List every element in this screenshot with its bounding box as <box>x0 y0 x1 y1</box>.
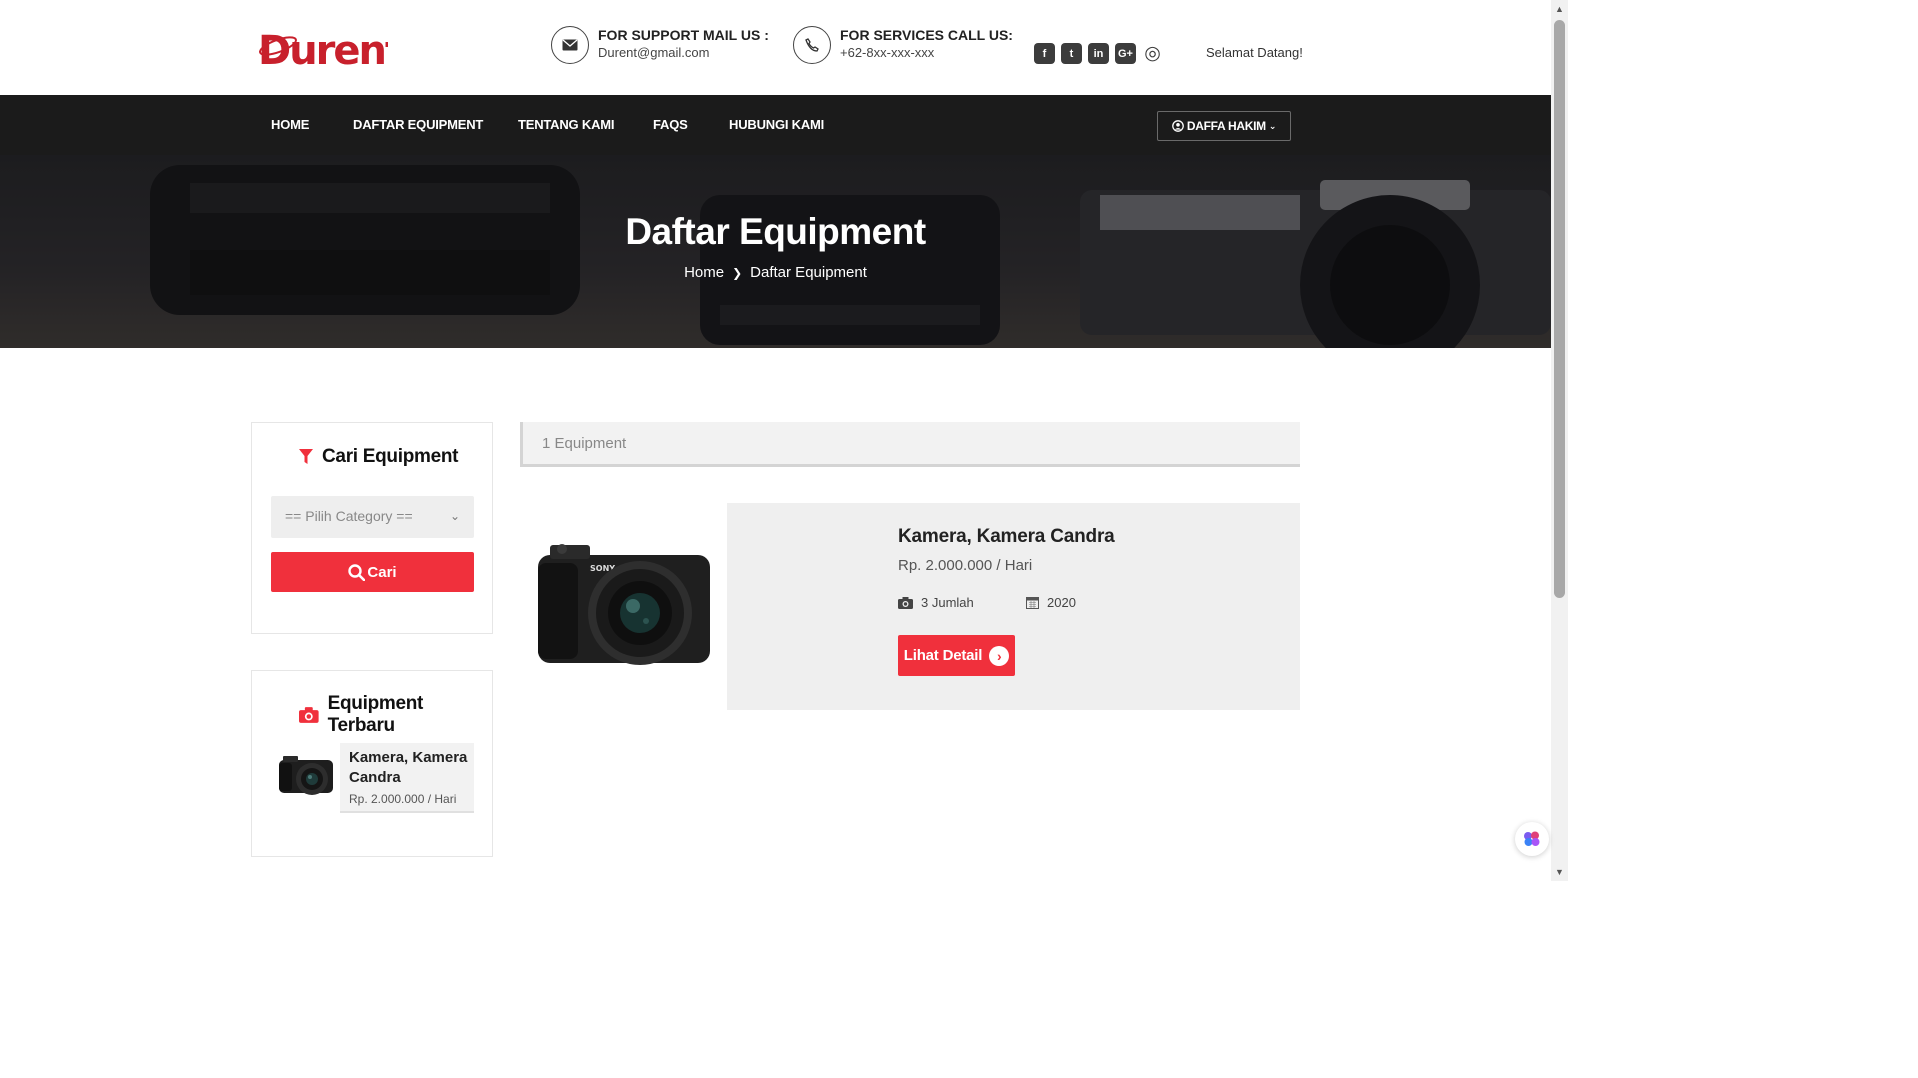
scrollbar-thumb[interactable] <box>1554 20 1565 598</box>
google-plus-icon[interactable]: G+ <box>1115 43 1136 64</box>
user-circle-icon <box>1172 120 1184 132</box>
chevron-right-icon: › <box>989 645 1010 666</box>
support-title: FOR SUPPORT MAIL US : <box>598 27 769 43</box>
durent-logo[interactable]: Durent <box>258 24 388 70</box>
nav-daftar-equipment[interactable]: DAFTAR EQUIPMENT <box>353 117 483 132</box>
welcome-text: Selamat Datang! <box>1206 45 1303 60</box>
latest-equipment-widget: Equipment Terbaru Kamera, Kamera Candra … <box>251 670 493 857</box>
calendar-icon <box>1026 597 1039 609</box>
latest-item[interactable]: Kamera, Kamera Candra Rp. 2.000.000 / Ha… <box>271 743 474 813</box>
support-contact: FOR SUPPORT MAIL US : Durent@gmail.com <box>551 26 769 64</box>
top-header: Durent FOR SUPPORT MAIL US : Durent@gmai… <box>0 0 1551 95</box>
svg-text:Durent: Durent <box>258 28 388 70</box>
lihat-detail-button[interactable]: Lihat Detail › <box>898 635 1015 676</box>
search-widget-title: Cari Equipment <box>299 446 459 468</box>
user-menu-button[interactable]: DAFFA HAKIM ⌄ <box>1157 111 1291 141</box>
page-scrollbar[interactable]: ▲ ▼ <box>1551 0 1568 881</box>
services-title: FOR SERVICES CALL US: <box>840 27 1013 43</box>
phone-icon <box>793 26 831 64</box>
twitter-icon[interactable]: t <box>1061 43 1082 64</box>
nav-faqs[interactable]: FAQS <box>653 117 688 132</box>
user-name: DAFFA HAKIM <box>1186 119 1266 133</box>
nav-home[interactable]: HOME <box>271 117 309 132</box>
support-email[interactable]: Durent@gmail.com <box>598 44 769 61</box>
equipment-year: 2020 <box>1026 595 1076 610</box>
page-title: Daftar Equipment <box>625 211 926 252</box>
breadcrumb-current: Daftar Equipment <box>750 264 867 281</box>
category-select[interactable]: == Pilih Category == ⌄ <box>271 496 474 538</box>
equipment-image[interactable]: SONY <box>520 503 727 710</box>
scroll-up-icon[interactable]: ▲ <box>1554 4 1565 14</box>
services-contact: FOR SERVICES CALL US: +62-8xx-xxx-xxx <box>793 26 1013 64</box>
latest-widget-title: Equipment Terbaru <box>299 693 492 737</box>
latest-item-price: Rp. 2.000.000 / Hari <box>349 792 457 806</box>
filter-icon <box>299 449 313 464</box>
latest-item-name[interactable]: Kamera, Kamera Candra <box>349 748 471 788</box>
search-icon <box>348 563 366 581</box>
page-banner: Daftar Equipment Home ❯ Daftar Equipment <box>0 155 1551 348</box>
main-navbar: HOME DAFTAR EQUIPMENT TENTANG KAMI FAQS … <box>0 95 1551 155</box>
result-count: 1 Equipment <box>520 422 1300 467</box>
assistant-float-button[interactable] <box>1515 822 1549 856</box>
latest-item-thumbnail[interactable] <box>271 743 340 813</box>
category-select-value: == Pilih Category == <box>285 508 413 524</box>
services-phone[interactable]: +62-8xx-xxx-xxx <box>840 44 1013 61</box>
chevron-down-icon: ⌄ <box>1268 120 1277 131</box>
breadcrumb-home[interactable]: Home <box>684 264 724 281</box>
search-button[interactable]: Cari <box>271 552 474 592</box>
breadcrumb: Home ❯ Daftar Equipment <box>0 264 1551 281</box>
equipment-price: Rp. 2.000.000 / Hari <box>898 557 1033 574</box>
envelope-icon <box>551 26 589 64</box>
equipment-name[interactable]: Kamera, Kamera Candra <box>898 526 1115 548</box>
scroll-down-icon[interactable]: ▼ <box>1554 867 1565 877</box>
linkedin-icon[interactable]: in <box>1088 43 1109 64</box>
chevron-right-icon: ❯ <box>732 266 743 280</box>
camera-icon <box>898 596 913 609</box>
social-links: f t in G+ ◎ <box>1034 43 1163 64</box>
facebook-icon[interactable]: f <box>1034 43 1055 64</box>
equipment-quantity: 3 Jumlah <box>898 595 974 610</box>
search-widget: Cari Equipment == Pilih Category == ⌄ Ca… <box>251 422 493 634</box>
brain-icon <box>1524 831 1540 846</box>
nav-hubungi-kami[interactable]: HUBUNGI KAMI <box>729 117 824 132</box>
equipment-card: Kamera, Kamera Candra Rp. 2.000.000 / Ha… <box>727 503 1300 710</box>
nav-tentang-kami[interactable]: TENTANG KAMI <box>518 117 614 132</box>
chevron-down-icon: ⌄ <box>449 509 460 523</box>
instagram-icon[interactable]: ◎ <box>1142 43 1163 64</box>
camera-icon <box>299 707 319 723</box>
